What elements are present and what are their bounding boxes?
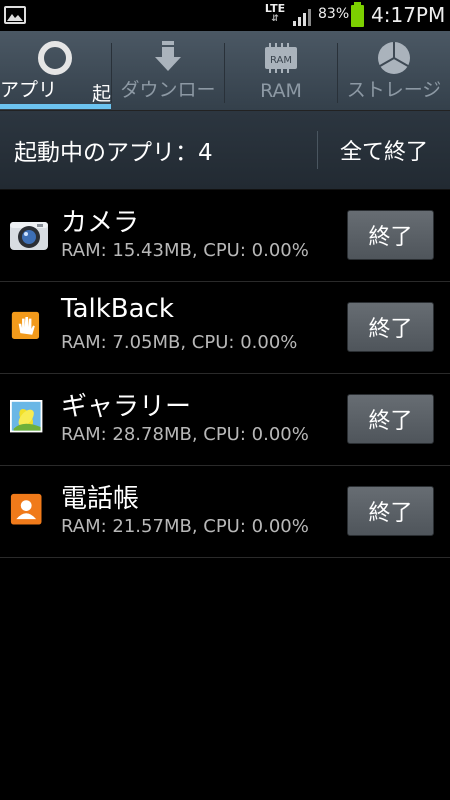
lte-indicator: LTE ⇵ [262,3,288,27]
signal-strength-icon [293,9,311,26]
app-stats: RAM: 7.05MB, CPU: 0.00% [61,332,298,353]
tab-storage[interactable]: ストレージ [338,31,450,111]
camera-icon [10,222,48,250]
app-stats: RAM: 28.78MB, CPU: 0.00% [61,424,309,445]
tab-downloads[interactable]: ダウンロー [112,31,224,111]
app-stats: RAM: 21.57MB, CPU: 0.00% [61,516,309,537]
tab-running-peek-label: 起 [92,83,111,105]
data-arrows-icon: ⇵ [271,14,279,24]
list-item[interactable]: 電話帳 RAM: 21.57MB, CPU: 0.00% 終了 [0,466,450,558]
tab-ram-label: RAM [260,80,302,102]
list-item[interactable]: TalkBack RAM: 7.05MB, CPU: 0.00% 終了 [0,282,450,374]
running-apps-count: 起動中のアプリ：4 [14,140,213,166]
notification-image-icon [4,6,26,24]
tab-apps[interactable]: アプリ 起 [0,31,111,111]
battery-icon [351,2,364,27]
pie-chart-icon [378,42,410,74]
end-app-button[interactable]: 終了 [347,486,434,536]
tab-bar: アプリ 起 ダウンロー RAM RAM ストレージ [0,31,450,111]
tab-storage-label: ストレージ [346,79,442,101]
tab-downloads-label: ダウンロー [120,79,216,101]
ram-chip-text: RAM [270,55,292,66]
header-divider [317,131,318,169]
end-app-button[interactable]: 終了 [347,394,434,444]
hand-icon [11,311,40,340]
download-icon [155,41,181,71]
ram-chip-icon: RAM [265,43,297,73]
ring-icon [38,41,72,75]
status-bar: LTE ⇵ 83% 4:17PM [0,0,450,31]
end-app-button[interactable]: 終了 [347,302,434,352]
list-item[interactable]: カメラ RAM: 15.43MB, CPU: 0.00% 終了 [0,190,450,282]
running-apps-header: 起動中のアプリ：4 全て終了 [0,111,450,190]
end-all-button[interactable]: 全て終了 [322,121,446,179]
app-stats: RAM: 15.43MB, CPU: 0.00% [61,240,309,261]
contacts-icon [10,493,42,525]
app-name: カメラ [61,208,140,238]
end-app-button[interactable]: 終了 [347,210,434,260]
active-tab-indicator [0,104,111,109]
app-name: TalkBack [61,294,174,324]
gallery-icon [10,400,43,433]
app-name: ギャラリー [61,392,192,422]
tab-ram[interactable]: RAM RAM [225,31,337,111]
list-item[interactable]: ギャラリー RAM: 28.78MB, CPU: 0.00% 終了 [0,374,450,466]
running-app-list: カメラ RAM: 15.43MB, CPU: 0.00% 終了 TalkBack… [0,190,450,558]
clock: 4:17PM [371,3,446,27]
app-name: 電話帳 [61,484,140,514]
battery-percent: 83% [318,6,350,22]
